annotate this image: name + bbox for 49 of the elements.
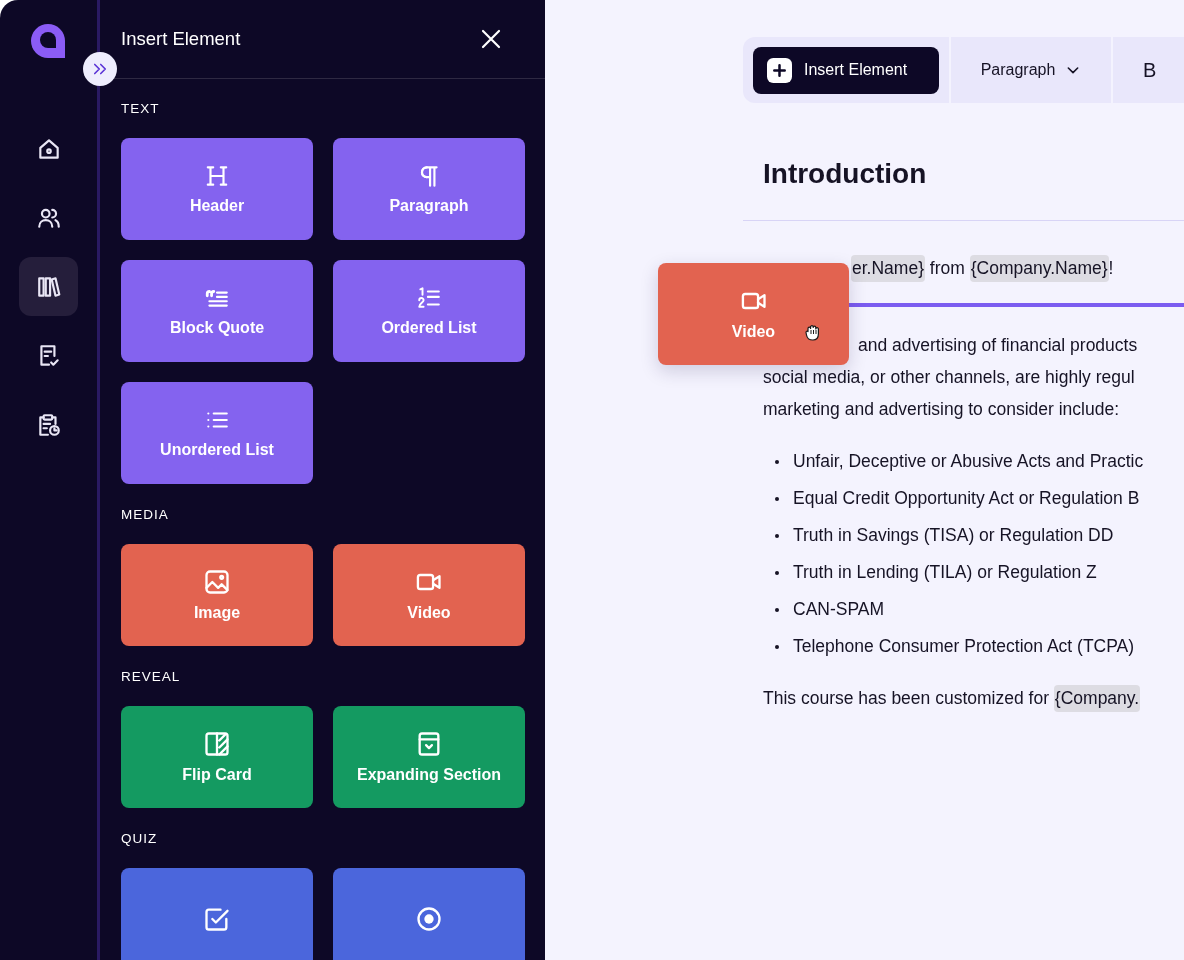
insert-element-button[interactable]: Insert Element <box>753 46 939 94</box>
section-heading: Introduction <box>763 157 927 191</box>
bullet-icon <box>775 496 779 501</box>
bullet-icon <box>775 607 779 612</box>
list-item-text: Telephone Consumer Protection Act (TCPA) <box>793 636 1135 657</box>
image-icon <box>203 568 231 596</box>
element-card[interactable]: Video <box>333 544 525 646</box>
bullet-icon <box>775 533 779 538</box>
variable-chip: er.Name} <box>851 254 925 282</box>
logo-icon <box>28 22 67 58</box>
element-card[interactable]: Ordered List <box>333 260 525 362</box>
element-card[interactable]: Block Quote <box>121 260 313 362</box>
list-item-text: Truth in Lending (TILA) or Regulation Z <box>793 562 1097 583</box>
element-card[interactable]: Flip Card <box>121 706 313 808</box>
radio-icon <box>415 905 443 933</box>
list-item-text: Unfair, Deceptive or Abusive Acts and Practic <box>793 451 1144 472</box>
bullet-icon <box>775 570 779 575</box>
paragraph-text: and advertising of financial products <box>858 334 1138 357</box>
bullet-icon <box>775 459 779 464</box>
element-card[interactable]: Unordered List <box>121 382 313 484</box>
element-card[interactable]: Paragraph <box>333 138 525 240</box>
variable-chip: {Company.Name} <box>969 254 1109 282</box>
variable-chip: {Company. <box>1053 684 1141 712</box>
close-button[interactable] <box>479 27 503 51</box>
paragraph-text: social media, or other channels, are highly regul <box>763 366 1135 389</box>
panel-title: Insert Element <box>121 28 241 50</box>
paragraph-text: This course has been customized for <box>763 687 1050 709</box>
section-heading: REVEAL <box>121 668 182 686</box>
paragraph-text: from <box>928 257 966 279</box>
section-heading: QUIZ <box>121 830 159 848</box>
style-dropdown[interactable]: Paragraph <box>951 37 1111 103</box>
element-card[interactable]: Header <box>121 138 313 240</box>
flip-card-icon <box>203 730 231 758</box>
header-icon <box>204 163 230 189</box>
paragraph-text: ! <box>1108 257 1114 279</box>
bold-button[interactable]: B <box>1113 37 1184 103</box>
list-item-text: CAN-SPAM <box>793 599 885 620</box>
paragraph-text: marketing and advertising to consider include: <box>763 398 1120 421</box>
list-item-text: Equal Credit Opportunity Act or Regulation B <box>793 488 1140 509</box>
nav-item[interactable] <box>19 257 78 316</box>
ordered-list-icon <box>416 285 442 311</box>
section-heading: TEXT <box>121 100 161 118</box>
drag-preview-card[interactable]: Video <box>658 263 849 365</box>
bullet-icon <box>775 644 779 649</box>
section-heading: MEDIA <box>121 506 170 524</box>
element-card[interactable]: Image <box>121 544 313 646</box>
element-card[interactable]: Expanding Section <box>333 706 525 808</box>
list-item-text: Truth in Savings (TISA) or Regulation DD <box>793 525 1114 546</box>
plus-icon <box>767 57 792 83</box>
